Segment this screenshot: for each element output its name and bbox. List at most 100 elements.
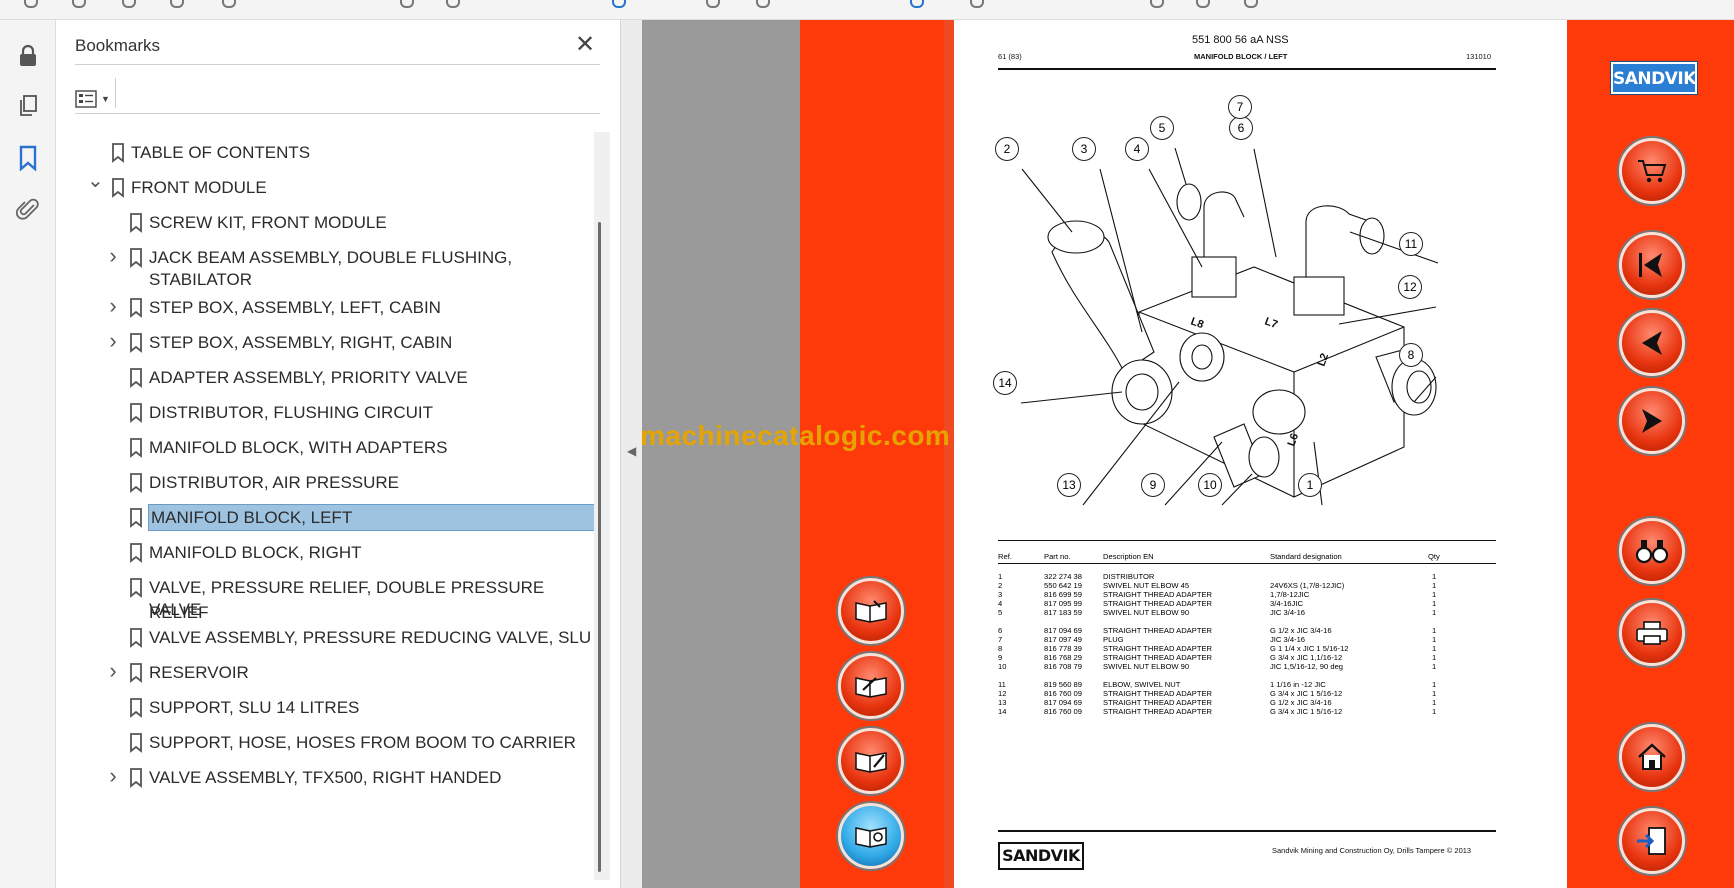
chevron-right-icon[interactable]: › bbox=[105, 243, 121, 268]
previous-page-icon[interactable] bbox=[1619, 310, 1685, 376]
book-search-icon[interactable] bbox=[838, 803, 904, 869]
table-cell-part: 817 095 99 bbox=[1044, 599, 1083, 608]
bookmark-label: MANIFOLD BLOCK, WITH ADAPTERS bbox=[149, 438, 448, 457]
table-cell-desc: SWIVEL NUT ELBOW 45 bbox=[1103, 581, 1190, 590]
top-toolbar bbox=[0, 0, 1734, 20]
toolbar-icon[interactable] bbox=[970, 0, 984, 8]
search-icon[interactable] bbox=[222, 0, 236, 8]
bookmark-flag-icon bbox=[129, 733, 143, 753]
bookmark-flag-icon bbox=[129, 508, 143, 528]
scrollbar-thumb[interactable] bbox=[598, 222, 601, 872]
bookmark-label: STEP BOX, ASSEMBLY, LEFT, CABIN bbox=[149, 298, 441, 317]
bookmark-flag-icon bbox=[129, 213, 143, 233]
attachment-icon[interactable] bbox=[14, 196, 42, 224]
table-cell-ref: 7 bbox=[998, 635, 1003, 644]
table-cell-qty: 1 bbox=[1432, 608, 1437, 617]
table-cell-ref: 1 bbox=[998, 572, 1003, 581]
binoculars-icon[interactable] bbox=[1619, 518, 1685, 584]
table-rule bbox=[998, 563, 1496, 564]
table-cell-desc: SWIVEL NUT ELBOW 90 bbox=[1103, 608, 1190, 617]
chevron-right-icon[interactable]: › bbox=[105, 658, 121, 683]
table-cell-desc: STRAIGHT THREAD ADAPTER bbox=[1103, 599, 1213, 608]
table-cell-qty: 1 bbox=[1432, 707, 1437, 716]
lock-icon[interactable] bbox=[14, 42, 42, 70]
table-cell-std: G 3/4 x JIC 1 5/16-12 bbox=[1270, 689, 1343, 698]
toolbar-icon[interactable] bbox=[122, 0, 136, 8]
next-page-icon[interactable] bbox=[1619, 388, 1685, 454]
toolbar-icon[interactable] bbox=[24, 0, 38, 8]
table-cell-qty: 1 bbox=[1432, 644, 1437, 653]
toolbar-icon[interactable] bbox=[446, 0, 460, 8]
footer-sandvik-logo: SANDVIK bbox=[998, 842, 1084, 870]
first-page-icon[interactable] bbox=[1619, 232, 1685, 298]
bookmark-label: MANIFOLD BLOCK, LEFT bbox=[148, 504, 596, 531]
chevron-right-icon[interactable]: › bbox=[105, 293, 121, 318]
callout-14: 14 bbox=[993, 371, 1017, 395]
table-cell-desc: STRAIGHT THREAD ADAPTER bbox=[1103, 689, 1213, 698]
callout-13: 13 bbox=[1057, 473, 1081, 497]
table-cell-qty: 1 bbox=[1432, 581, 1437, 590]
header-rule bbox=[998, 68, 1496, 70]
chevron-right-icon[interactable]: › bbox=[105, 328, 121, 353]
zoom-in-icon[interactable] bbox=[756, 0, 770, 8]
table-cell-desc: STRAIGHT THREAD ADAPTER bbox=[1103, 653, 1213, 662]
toolbar-icon[interactable] bbox=[400, 0, 414, 8]
bookmark-flag-icon bbox=[129, 578, 143, 598]
printer-icon[interactable] bbox=[1619, 600, 1685, 666]
table-cell-ref: 13 bbox=[998, 698, 1007, 707]
table-cell-std: 3/4-16JIC bbox=[1270, 599, 1303, 608]
bookmark-label: FRONT MODULE bbox=[131, 178, 267, 197]
toolbar-icon[interactable] bbox=[612, 0, 626, 8]
bookmark-label: SUPPORT, HOSE, HOSES FROM BOOM TO CARRIE… bbox=[149, 733, 576, 752]
table-cell-desc: PLUG bbox=[1103, 635, 1124, 644]
bookmark-flag-icon bbox=[129, 438, 143, 458]
exit-icon[interactable] bbox=[1619, 808, 1685, 874]
bookmark-flag-icon bbox=[129, 543, 143, 563]
bookmark-label: VALVE, PRESSURE RELIEF, DOUBLE PRESSURE … bbox=[149, 578, 545, 622]
panel-splitter[interactable]: ◀ bbox=[620, 20, 642, 888]
bookmark-label: ADAPTER ASSEMBLY, PRIORITY VALVE bbox=[149, 368, 468, 387]
edit-book-icon[interactable] bbox=[838, 653, 904, 719]
list-options-icon bbox=[75, 90, 97, 108]
cart-icon[interactable] bbox=[1619, 138, 1685, 204]
bookmark-label: DISTRIBUTOR, AIR PRESSURE bbox=[149, 473, 400, 492]
toolbar-icon[interactable] bbox=[1150, 0, 1164, 8]
table-cell-qty: 1 bbox=[1432, 599, 1437, 608]
bookmark-flag-icon bbox=[129, 698, 143, 718]
table-cell-ref: 3 bbox=[998, 590, 1003, 599]
table-cell-part: 816 768 29 bbox=[1044, 653, 1083, 662]
callout-10: 10 bbox=[1198, 473, 1222, 497]
chevron-down-icon[interactable]: ⌄ bbox=[87, 169, 104, 192]
table-cell-part: 817 183 59 bbox=[1044, 608, 1083, 617]
close-icon[interactable]: ✕ bbox=[572, 32, 598, 58]
pen-book-icon[interactable] bbox=[838, 728, 904, 794]
bookmark-label: VALVE ASSEMBLY, TFX500, RIGHT HANDED bbox=[149, 768, 502, 787]
page-thumbnails-icon[interactable] bbox=[14, 92, 42, 120]
callout-1: 1 bbox=[1298, 473, 1322, 497]
book-open-icon[interactable] bbox=[838, 578, 904, 644]
footer-rule bbox=[998, 830, 1496, 832]
toolbar-icon[interactable] bbox=[1196, 0, 1210, 8]
table-cell-std: 1,7/8-12JIC bbox=[1270, 590, 1310, 599]
home-icon[interactable] bbox=[1619, 724, 1685, 790]
bookmark-label: DISTRIBUTOR, FLUSHING CIRCUIT bbox=[149, 403, 433, 422]
table-cell-std: JIC 1,5/16-12, 90 deg bbox=[1270, 662, 1344, 671]
table-cell-std: JIC 3/4-16 bbox=[1270, 608, 1306, 617]
divider bbox=[115, 78, 116, 108]
zoom-out-icon[interactable] bbox=[706, 0, 720, 8]
table-cell-ref: 4 bbox=[998, 599, 1003, 608]
table-cell-part: 819 560 89 bbox=[1044, 680, 1083, 689]
scrollbar[interactable] bbox=[594, 132, 610, 880]
toolbar-icon[interactable] bbox=[170, 0, 184, 8]
toolbar-icon[interactable] bbox=[72, 0, 86, 8]
toolbar-icon[interactable] bbox=[1244, 0, 1258, 8]
table-cell-desc: STRAIGHT THREAD ADAPTER bbox=[1103, 626, 1213, 635]
chevron-right-icon[interactable]: › bbox=[105, 763, 121, 788]
section-title: MANIFOLD BLOCK / LEFT bbox=[1194, 52, 1288, 61]
toolbar-icon[interactable] bbox=[910, 0, 924, 8]
bookmark-options-button[interactable]: ▼ bbox=[75, 84, 119, 114]
collapse-panel-icon[interactable]: ◀ bbox=[627, 444, 636, 458]
callout-7: 7 bbox=[1228, 95, 1252, 119]
bookmark-icon[interactable] bbox=[14, 144, 42, 172]
bookmarks-panel: Bookmarks ✕ ▼ TABLE OF CONTENTS ⌄ FRONT MO… bbox=[57, 20, 620, 888]
